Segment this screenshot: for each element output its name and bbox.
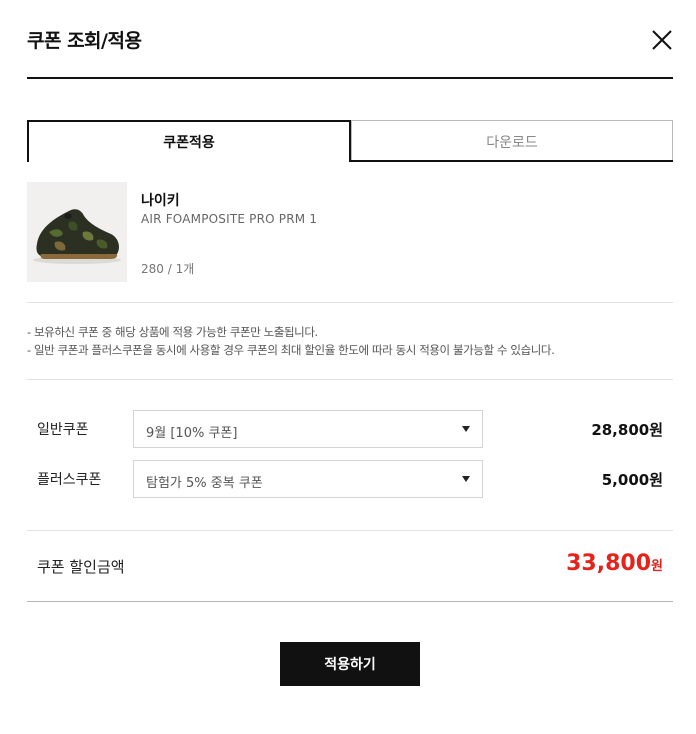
divider	[27, 302, 673, 303]
total-discount-label: 쿠폰 할인금액	[37, 558, 125, 576]
close-icon[interactable]	[650, 28, 674, 52]
divider	[27, 530, 673, 531]
total-amount-unit: 원	[651, 559, 663, 574]
selected-coupon-text: 9월 [10% 쿠폰]	[146, 426, 238, 441]
general-coupon-select[interactable]: 9월 [10% 쿠폰]	[133, 410, 483, 448]
header-divider	[27, 77, 673, 79]
coupon-row-plus: 플러스쿠폰 탐험가 5% 중복 쿠폰 5,000원	[27, 460, 673, 498]
tab-underline	[351, 160, 673, 162]
chevron-down-icon	[462, 476, 470, 482]
coupon-label: 플러스쿠폰	[37, 472, 102, 488]
notice-line: - 보유하신 쿠폰 중 해당 상품에 적용 가능한 쿠폰만 노출됩니다.	[27, 325, 318, 339]
sneaker-image	[27, 182, 127, 282]
total-discount-amount: 33,800원	[566, 551, 663, 576]
product-brand: 나이키	[141, 193, 180, 209]
tab-bar: 쿠폰적용 다운로드	[27, 120, 673, 162]
modal-title: 쿠폰 조회/적용	[27, 30, 142, 52]
total-amount-number: 33,800	[566, 551, 652, 576]
product-info: 나이키 AIR FOAMPOSITE PRO PRM 1 280 / 1개	[27, 182, 673, 282]
notice-line: - 일반 쿠폰과 플러스쿠폰을 동시에 사용할 경우 쿠폰의 최대 할인율 한도…	[27, 343, 555, 357]
coupon-amount: 5,000원	[601, 471, 663, 489]
product-thumbnail[interactable]	[27, 182, 127, 282]
tab-download[interactable]: 다운로드	[351, 120, 673, 162]
chevron-down-icon	[462, 426, 470, 432]
coupon-amount: 28,800원	[591, 421, 663, 439]
plus-coupon-select[interactable]: 탐험가 5% 중복 쿠폰	[133, 460, 483, 498]
tab-apply-coupon[interactable]: 쿠폰적용	[27, 120, 351, 162]
coupon-row-general: 일반쿠폰 9월 [10% 쿠폰] 28,800원	[27, 410, 673, 448]
apply-button[interactable]: 적용하기	[280, 642, 420, 686]
close-button[interactable]	[650, 28, 674, 52]
notice-text: - 보유하신 쿠폰 중 해당 상품에 적용 가능한 쿠폰만 노출됩니다. - 일…	[27, 323, 555, 359]
selected-coupon-text: 탐험가 5% 중복 쿠폰	[146, 476, 263, 491]
divider	[27, 601, 673, 602]
product-option: 280 / 1개	[141, 262, 195, 276]
coupon-label: 일반쿠폰	[37, 422, 89, 438]
divider	[27, 379, 673, 380]
product-model: AIR FOAMPOSITE PRO PRM 1	[141, 212, 318, 226]
